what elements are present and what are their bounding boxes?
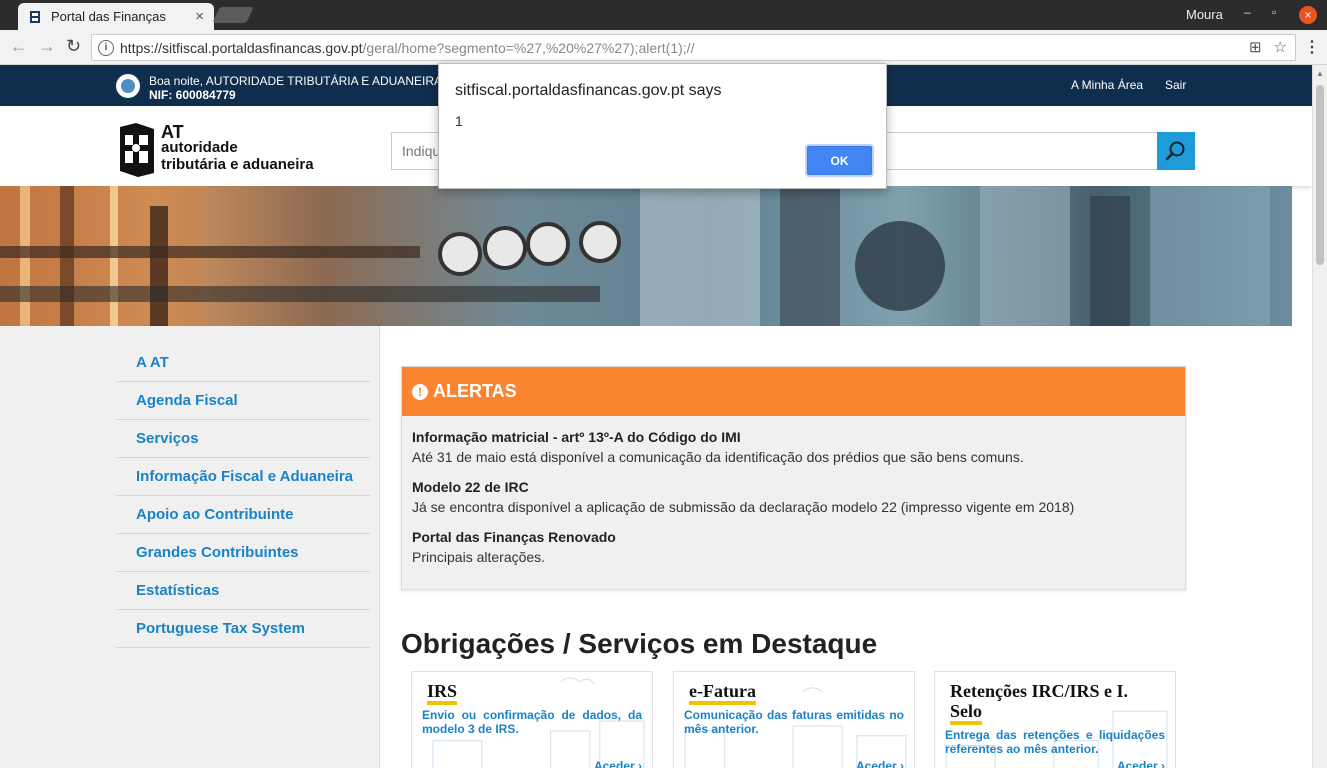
dialog-ok-button[interactable]: OK xyxy=(807,146,872,175)
sidebar-item-estatisticas[interactable]: Estatísticas xyxy=(116,572,370,610)
featured-card-retencoes[interactable]: Retenções IRC/IRS e I. Selo Entrega das … xyxy=(934,671,1176,768)
logo-line1: autoridade xyxy=(161,139,238,156)
url-host: https://sitfiscal.portaldasfinancas.gov.… xyxy=(120,39,363,56)
sidebar-item-portuguese-tax-system[interactable]: Portuguese Tax System xyxy=(116,610,370,648)
industrial-pipes-illustration xyxy=(0,186,1270,326)
card-description: Entrega das retenções e liquidações refe… xyxy=(945,728,1165,756)
bookmark-star-icon[interactable]: ☆ xyxy=(1274,38,1287,56)
site-info-icon[interactable]: i xyxy=(98,39,114,56)
alerts-header: ! ALERTAS xyxy=(402,367,1185,416)
sidebar-item-apoio-contribuinte[interactable]: Apoio ao Contribuinte xyxy=(116,496,370,534)
greeting-text: Boa noite, AUTORIDADE TRIBUTÁRIA E ADUAN… xyxy=(149,74,442,88)
alert-item[interactable]: Portal das Finanças Renovado Principais … xyxy=(402,527,1185,567)
browser-tab[interactable]: Portal das Finanças × xyxy=(18,3,214,30)
nif-text: NIF: 600084779 xyxy=(149,88,236,102)
search-button[interactable] xyxy=(1157,132,1195,170)
browser-titlebar: Portal das Finanças × Moura – ▫ × xyxy=(0,0,1327,30)
logout-link[interactable]: Sair xyxy=(1165,78,1186,92)
alert-item[interactable]: Informação matricial - artº 13º-A do Cód… xyxy=(402,427,1185,467)
logo-line2: tributária e aduaneira xyxy=(161,156,314,173)
user-avatar-icon xyxy=(116,74,140,98)
translate-icon[interactable]: ⊞ xyxy=(1249,38,1262,56)
dialog-message: 1 xyxy=(455,113,463,129)
at-shield-logo-icon xyxy=(120,123,154,177)
browser-toolbar: ← → ↻ i https://sitfiscal.portaldasfinan… xyxy=(0,30,1327,65)
my-area-link[interactable]: A Minha Área xyxy=(1071,78,1143,92)
at-logo[interactable]: AT autoridade tributária e aduaneira xyxy=(118,121,358,177)
url-path: /geral/home?segmento=%27,%20%27%27);aler… xyxy=(362,39,695,56)
address-bar[interactable]: i https://sitfiscal.portaldasfinancas.go… xyxy=(91,34,1296,61)
sidebar-item-grandes-contribuintes[interactable]: Grandes Contribuintes xyxy=(116,534,370,572)
minimize-icon[interactable]: – xyxy=(1244,5,1251,19)
card-title: IRS xyxy=(427,681,458,705)
alerts-title: ALERTAS xyxy=(433,381,517,401)
user-greeting: Boa noite, AUTORIDADE TRIBUTÁRIA E ADUAN… xyxy=(149,74,442,102)
sidebar-item-informacao-fiscal[interactable]: Informação Fiscal e Aduaneira xyxy=(116,458,370,496)
tab-close-icon[interactable]: × xyxy=(195,9,204,24)
portal-favicon-icon xyxy=(30,10,40,23)
new-tab-button[interactable] xyxy=(212,7,254,23)
page-scrollbar[interactable]: ▲ xyxy=(1312,65,1327,768)
chevron-right-icon: › xyxy=(900,759,904,768)
profile-name[interactable]: Moura xyxy=(1186,7,1223,22)
featured-card-efatura[interactable]: e-Fatura Comunicação das faturas emitida… xyxy=(673,671,915,768)
forward-arrow-icon[interactable]: → xyxy=(38,37,56,55)
alert-dialog: sitfiscal.portaldasfinancas.gov.pt says … xyxy=(438,63,887,189)
card-description: Envio ou confirmação de dados, da modelo… xyxy=(422,708,642,736)
sidebar-item-agenda-fiscal[interactable]: Agenda Fiscal xyxy=(116,382,370,420)
exclamation-icon: ! xyxy=(412,383,428,400)
search-icon xyxy=(1165,141,1185,161)
card-access-link[interactable]: Aceder › xyxy=(856,759,904,768)
alert-title[interactable]: Modelo 22 de IRC xyxy=(412,477,1175,497)
chevron-right-icon: › xyxy=(1161,759,1165,768)
scroll-up-icon[interactable]: ▲ xyxy=(1316,69,1324,78)
card-access-link[interactable]: Aceder › xyxy=(594,759,642,768)
featured-section-title: Obrigações / Serviços em Destaque xyxy=(401,628,878,659)
window-close-icon[interactable]: × xyxy=(1299,6,1317,24)
card-description: Comunicação das faturas emitidas no mês … xyxy=(684,708,904,736)
reload-icon[interactable]: ↻ xyxy=(66,37,81,55)
sidebar-item-servicos[interactable]: Serviços xyxy=(116,420,370,458)
alert-text: Principais alterações. xyxy=(412,549,546,565)
browser-menu-icon[interactable]: ⋮ xyxy=(1304,37,1320,57)
card-title: e-Fatura xyxy=(689,681,756,705)
alerts-panel: ! ALERTAS Informação matricial - artº 13… xyxy=(401,366,1186,590)
scroll-thumb[interactable] xyxy=(1316,85,1324,265)
alert-item[interactable]: Modelo 22 de IRC Já se encontra disponív… xyxy=(402,477,1185,517)
alert-title[interactable]: Informação matricial - artº 13º-A do Cód… xyxy=(412,427,1175,447)
alert-title[interactable]: Portal das Finanças Renovado xyxy=(412,527,1175,547)
alert-text: Já se encontra disponível a aplicação de… xyxy=(412,499,1075,515)
dialog-title: sitfiscal.portaldasfinancas.gov.pt says xyxy=(455,82,722,99)
sidebar-nav: A AT Agenda Fiscal Serviços Informação F… xyxy=(116,344,370,648)
featured-card-irs[interactable]: IRS Envio ou confirmação de dados, da mo… xyxy=(411,671,653,768)
tab-title: Portal das Finanças xyxy=(51,9,166,24)
card-title: Retenções IRC/IRS e I. Selo xyxy=(950,681,1128,725)
maximize-icon[interactable]: ▫ xyxy=(1272,5,1276,19)
chevron-right-icon: › xyxy=(638,759,642,768)
card-access-link[interactable]: Aceder › xyxy=(1117,759,1165,768)
alert-text: Até 31 de maio está disponível a comunic… xyxy=(412,449,1024,465)
hero-banner-image xyxy=(0,186,1292,326)
sidebar-item-a-at[interactable]: A AT xyxy=(116,344,370,382)
back-arrow-icon[interactable]: ← xyxy=(10,37,28,55)
